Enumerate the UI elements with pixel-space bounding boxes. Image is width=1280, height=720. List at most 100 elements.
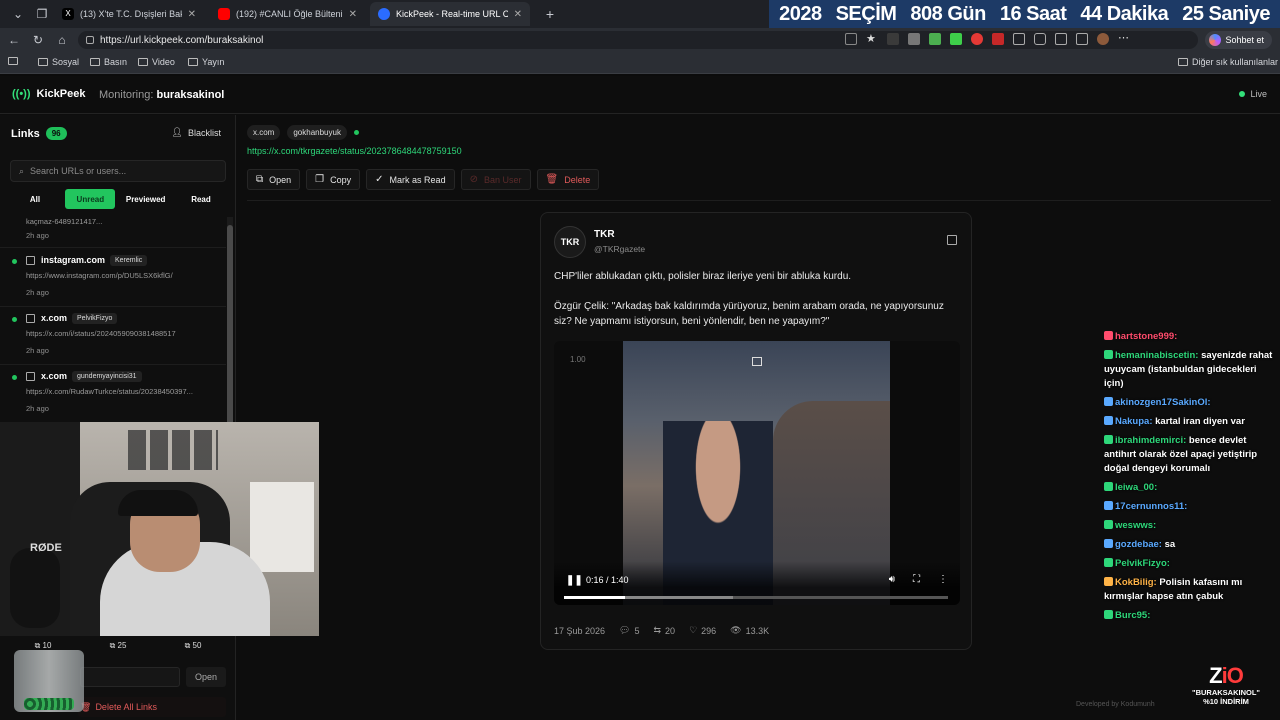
folder-icon <box>138 58 148 66</box>
video-played <box>564 596 626 599</box>
pause-icon[interactable]: ❚❚ <box>566 575 583 586</box>
retweets-stat[interactable]: ⇆ 20 <box>654 625 676 636</box>
app-brand[interactable]: ((•)) KickPeek <box>12 88 85 100</box>
tweet-author-handle[interactable]: @TKRgazete <box>594 244 645 254</box>
filter-all[interactable]: All <box>10 189 60 209</box>
open-count-input[interactable] <box>80 667 180 687</box>
filter-unread[interactable]: Unread <box>65 189 116 209</box>
search-icon: ⌕ <box>19 165 25 176</box>
microphone-icon <box>10 548 60 628</box>
tab-youtube-bulten[interactable]: (192) #CANLI Öğle Bülteni | Can C... ✕ <box>210 2 365 26</box>
bookmarks-sidebar-icon[interactable] <box>8 57 18 65</box>
collections-icon[interactable] <box>1076 33 1088 45</box>
video-control-icons: 🔊︎ ⛶ ⋮ <box>889 574 948 585</box>
search-input[interactable]: ⌕ Search URLs or users... <box>10 160 226 182</box>
picture-in-picture-icon[interactable] <box>752 357 762 366</box>
chat-badge-icon <box>1104 558 1113 567</box>
bookmark-other-favorites[interactable]: Diğer sık kullanılanlar <box>1178 57 1278 67</box>
extensions-puzzle-icon[interactable] <box>1034 33 1046 45</box>
batch-count: 10 <box>42 641 52 650</box>
countdown-hours: 16 Saat <box>999 2 1067 25</box>
blacklist-button[interactable]: 👤︎ Blacklist <box>172 127 221 138</box>
open-link-button[interactable]: ⧉ Open <box>247 169 301 190</box>
tab-kickpeek[interactable]: KickPeek - Real-time URL Cra... ✕ <box>370 2 530 26</box>
tab-close-icon[interactable]: ✕ <box>188 9 196 20</box>
extension-icon[interactable] <box>929 33 941 45</box>
tab-menu-chevron-icon[interactable]: ⌄ <box>8 4 28 24</box>
extension-icon[interactable] <box>950 33 962 45</box>
split-screen-icon[interactable] <box>1013 33 1025 45</box>
filter-read[interactable]: Read <box>176 189 226 209</box>
list-item[interactable]: x.com gundemyayincisi31 https://x.com/Ru… <box>0 365 226 423</box>
link-user-tag: gundemyayincisi31 <box>72 371 142 382</box>
chat-badge-icon <box>1104 416 1113 425</box>
link-url: https://www.instagram.com/p/DU5LSX6kflG/ <box>26 271 173 280</box>
bookmark-folder-basin[interactable]: Basın <box>90 57 127 67</box>
more-vertical-icon[interactable]: ⋮ <box>938 574 948 585</box>
tab-close-icon[interactable]: ✕ <box>349 9 357 20</box>
external-link-icon[interactable] <box>947 235 957 245</box>
home-icon[interactable]: ⌂ <box>52 30 72 50</box>
translate-icon[interactable] <box>845 33 857 45</box>
open-50-button[interactable]: ⧉ 50 <box>160 641 226 651</box>
external-link-icon: ⧉ <box>256 174 264 185</box>
list-item[interactable]: x.com PelvikFizyo https://x.com/i/status… <box>0 307 226 365</box>
live-indicator: Live <box>1239 89 1267 99</box>
fullscreen-icon[interactable]: ⛶ <box>913 574 920 585</box>
ban-user-button[interactable]: ⊘ Ban User <box>460 169 531 190</box>
more-menu-icon[interactable]: ⋯ <box>1118 33 1130 45</box>
chat-username: 17cernunnos11: <box>1115 501 1188 512</box>
bookmark-label: Sosyal <box>52 57 80 67</box>
link-url: https://x.com/RudawTurkce/status/2023845… <box>26 387 193 396</box>
reload-icon[interactable]: ↻ <box>28 30 48 50</box>
bookmark-folder-yayin[interactable]: Yayın <box>188 57 224 67</box>
views-stat[interactable]: 👁︎ 13.3K <box>730 625 769 636</box>
list-item[interactable]: instagram.com Keremlic https://www.insta… <box>0 249 226 307</box>
video-controls: ❚❚ 0:16 / 1:40 🔊︎ ⛶ ⋮ <box>554 561 960 605</box>
open-button[interactable]: Open <box>186 667 226 687</box>
blacklist-label: Blacklist <box>187 127 221 138</box>
extension-icon[interactable] <box>971 33 983 45</box>
back-icon[interactable]: ← <box>4 30 24 50</box>
delete-all-links-button[interactable]: 🗑︎ Delete All Links <box>78 697 226 717</box>
link-user-tag: Keremlic <box>110 255 148 266</box>
bookmark-folder-sosyal[interactable]: Sosyal <box>38 57 79 67</box>
tab-label: (192) #CANLI Öğle Bülteni | Can C... <box>236 9 343 19</box>
volume-icon[interactable]: 🔊︎ <box>889 574 895 585</box>
tweet-video-player[interactable]: 1.00 ❚❚ 0:16 / 1:40 🔊︎ ⛶ ⋮ <box>554 341 960 605</box>
chat-username: leiwa_00: <box>1115 482 1158 493</box>
mark-as-read-button[interactable]: ✓ Mark as Read <box>366 169 455 190</box>
copilot-chat-button[interactable]: Sohbet et <box>1205 31 1272 49</box>
extension-icon[interactable] <box>992 33 1004 45</box>
new-tab-plus-icon[interactable]: + <box>540 4 560 24</box>
workspaces-icon[interactable]: ❐ <box>32 4 52 24</box>
tab-close-icon[interactable]: ✕ <box>514 9 522 20</box>
video-progress-bar[interactable] <box>564 596 948 599</box>
favorites-icon[interactable] <box>1055 33 1067 45</box>
link-full-url[interactable]: https://x.com/tkrgazete/status/202378648… <box>247 146 462 156</box>
promo-discount: %10 İNDİRİM <box>1203 697 1249 706</box>
likes-stat[interactable]: ♡ 296 <box>689 625 716 636</box>
tab-x-disisleri[interactable]: X (13) X'te T.C. Dışişleri Bakanlığı "S.… <box>54 2 204 26</box>
extension-icon[interactable] <box>908 33 920 45</box>
favorite-star-icon[interactable]: ★ <box>866 33 878 45</box>
delete-button[interactable]: 🗑︎ Delete <box>536 169 600 190</box>
extension-icon[interactable] <box>887 33 899 45</box>
x-logo-icon: X <box>62 8 74 20</box>
replies-stat[interactable]: 💬︎ 5 <box>619 625 639 636</box>
list-item[interactable]: kaçmaz-6489121417... 2h ago <box>0 215 226 248</box>
copy-button[interactable]: ❐ Copy <box>306 169 361 190</box>
filter-previewed[interactable]: Previewed <box>121 189 171 209</box>
app-header: ((•)) KickPeek Monitoring: buraksakinol … <box>0 76 1280 114</box>
user-chip[interactable]: gokhanbuyuk <box>287 125 347 140</box>
chat-username: KokBilig: <box>1115 577 1157 588</box>
sponsor-promo: ZiO "BURAKSAKINOL" %10 İNDİRİM <box>1176 664 1276 707</box>
profile-avatar[interactable] <box>1097 33 1109 45</box>
eye-icon: 👁︎ <box>730 625 742 635</box>
open-25-button[interactable]: ⧉ 25 <box>85 641 151 651</box>
avatar[interactable]: TKR <box>554 226 586 258</box>
tweet-author-name[interactable]: TKR <box>594 229 615 240</box>
bookmark-folder-video[interactable]: Video <box>138 57 175 67</box>
twitter-bird-icon <box>26 314 35 323</box>
bookmark-label: Yayın <box>202 57 225 67</box>
